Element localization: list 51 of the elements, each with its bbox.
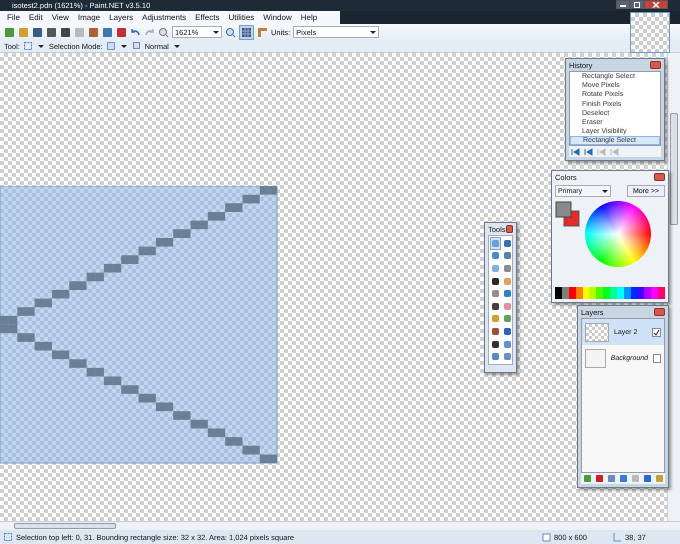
grid-icon[interactable] bbox=[239, 24, 254, 40]
close-button[interactable] bbox=[506, 225, 513, 233]
menu-item[interactable]: Help bbox=[300, 13, 318, 22]
close-button[interactable] bbox=[654, 308, 665, 316]
toolbar-icon[interactable] bbox=[88, 26, 99, 38]
close-button[interactable] bbox=[644, 0, 668, 9]
history-control-icon[interactable] bbox=[571, 147, 581, 156]
menu-item[interactable]: Adjustments bbox=[142, 13, 186, 22]
caret-icon[interactable] bbox=[38, 44, 44, 48]
toolbar-icon[interactable] bbox=[102, 26, 113, 38]
image-thumbnail[interactable] bbox=[630, 12, 670, 53]
toolbar-icon[interactable] bbox=[46, 26, 57, 38]
menu-item[interactable]: Utilities bbox=[228, 13, 254, 22]
blend-mode-icon bbox=[132, 41, 142, 51]
menu-item[interactable]: Edit bbox=[28, 13, 43, 22]
zoom-out-icon[interactable] bbox=[158, 26, 169, 38]
maximize-icon bbox=[633, 2, 641, 8]
menu-item[interactable]: File bbox=[7, 13, 20, 22]
menu-item[interactable]: Layers bbox=[109, 13, 134, 22]
layer-thumbnail bbox=[585, 322, 609, 342]
maximize-button[interactable] bbox=[630, 0, 644, 9]
image-size-icon bbox=[541, 532, 551, 542]
layer-thumbnail bbox=[585, 348, 606, 368]
menu-item[interactable]: Image bbox=[78, 13, 100, 22]
history-control-icon[interactable] bbox=[584, 147, 594, 156]
close-icon bbox=[652, 2, 660, 8]
close-button[interactable] bbox=[650, 61, 661, 69]
toolbar-icon[interactable] bbox=[32, 26, 43, 38]
toolbar-icon[interactable] bbox=[60, 26, 71, 38]
menu-item[interactable]: Window bbox=[263, 13, 292, 22]
visibility-checkbox[interactable] bbox=[652, 328, 661, 336]
ruler-icon[interactable] bbox=[257, 26, 268, 38]
horizontal-scrollbar[interactable] bbox=[0, 521, 680, 530]
rectangle-select-icon[interactable] bbox=[22, 41, 33, 51]
redo-icon[interactable] bbox=[144, 26, 155, 38]
menu-item[interactable]: View bbox=[52, 13, 69, 22]
selection-icon bbox=[3, 532, 13, 542]
cursor-position-icon bbox=[612, 532, 622, 542]
minimize-button[interactable] bbox=[616, 0, 630, 9]
primary-secondary-swatch-icon[interactable] bbox=[555, 201, 581, 229]
color-palette[interactable] bbox=[555, 287, 665, 299]
toolbar-icon[interactable] bbox=[116, 26, 127, 38]
caret-icon[interactable] bbox=[174, 44, 180, 48]
caret-icon[interactable] bbox=[120, 44, 127, 48]
undo-icon[interactable] bbox=[130, 26, 141, 38]
zoom-in-icon[interactable] bbox=[225, 26, 236, 38]
visibility-checkbox[interactable] bbox=[653, 354, 661, 362]
menu-item[interactable]: Effects bbox=[195, 13, 220, 22]
vertical-scrollbar[interactable] bbox=[667, 53, 680, 521]
close-button[interactable] bbox=[654, 173, 665, 181]
selection-mode-icon[interactable] bbox=[106, 41, 116, 51]
